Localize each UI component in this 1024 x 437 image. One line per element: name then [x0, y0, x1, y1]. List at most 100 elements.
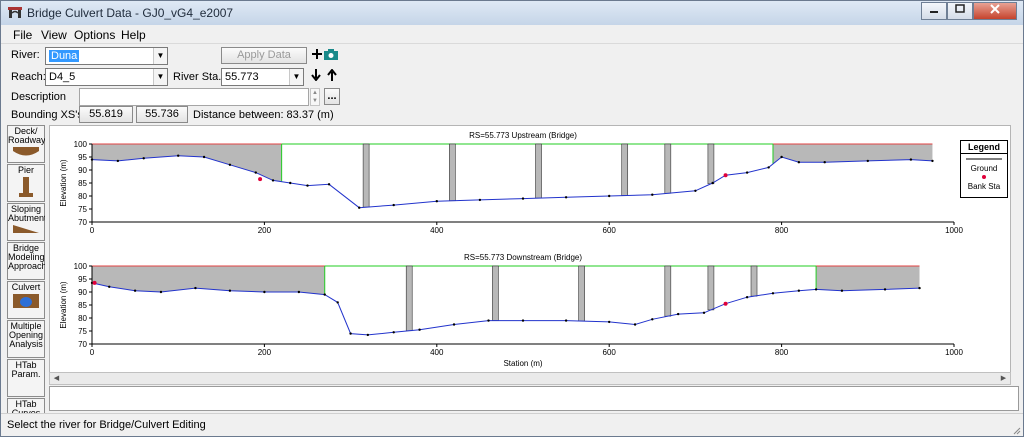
panel1-ground-point-18	[608, 320, 611, 324]
river-sta-select[interactable]: 55.773 ▼	[221, 68, 304, 86]
prev-station-button[interactable]	[324, 68, 340, 85]
maximize-button[interactable]	[947, 2, 973, 20]
htab-param-button[interactable]: HTab Param.	[7, 359, 45, 397]
bridge-modeling-approach-button[interactable]: Bridge Modeling Approach	[7, 242, 45, 280]
panel1-ground-point-3	[159, 290, 163, 294]
panel0-ground-point-14	[478, 198, 482, 202]
panel1-ground-point-10	[349, 332, 352, 335]
panel0-ground-point-16	[564, 196, 568, 199]
panel0-ground-point-29	[931, 159, 934, 163]
window-controls	[921, 2, 1017, 20]
panel1-y-tick-label-4: 90	[78, 288, 87, 297]
resize-grip-icon[interactable]	[1011, 425, 1021, 435]
panel1-y-tick-label-6: 100	[74, 262, 88, 271]
menu-options[interactable]: Options	[74, 28, 115, 42]
pier-icon	[19, 177, 33, 197]
panel0-y-tick-label-6: 100	[74, 140, 88, 149]
apply-data-button[interactable]: Apply Data	[221, 47, 307, 64]
panel1-pier-1	[492, 265, 499, 321]
cross-section-plot: RS=55.773 Upstream (Bridge) 70 75 80 85 90 95 1…	[49, 125, 1011, 379]
menu-file[interactable]: File	[13, 28, 32, 42]
panel1-right-embankment	[816, 266, 920, 291]
multiple-opening-analysis-button[interactable]: Multiple Opening Analysis	[7, 320, 45, 358]
culvert-button[interactable]: Culvert	[7, 281, 45, 319]
panel0-ground-point-6	[254, 171, 257, 174]
culvert-icon	[13, 294, 39, 308]
panel0-x-tick-label-3: 600	[603, 226, 617, 235]
panel0-x-tick-label-5: 1000	[945, 226, 963, 235]
description-field[interactable]	[79, 88, 309, 106]
panel0-bank-sta-0	[258, 177, 263, 182]
camera-button[interactable]	[323, 47, 339, 64]
panel0-y-tick-label-0: 70	[78, 218, 87, 227]
panel1-ground-line	[91, 282, 920, 336]
panel0-y-tick-label-3: 85	[78, 179, 87, 188]
panel1-x-tick-label-4: 800	[775, 348, 789, 357]
close-icon	[990, 4, 1000, 14]
panel0-ground-point-18	[651, 193, 654, 196]
river-select[interactable]: Duna ▼	[45, 47, 168, 65]
notes-panel[interactable]	[49, 386, 1019, 411]
window-title: Bridge Culvert Data - GJ0_vG4_e2007	[27, 6, 234, 20]
minimize-button[interactable]	[921, 2, 947, 20]
scroll-left-icon[interactable]: ◀	[50, 373, 63, 384]
panel0-ground-point-10	[327, 183, 331, 186]
panel1-ground-point-14	[452, 323, 456, 326]
next-station-button[interactable]	[308, 68, 324, 85]
description-ellipsis-button[interactable]: ...	[324, 88, 340, 105]
panel1-ground-point-17	[564, 319, 568, 322]
river-sta-value: 55.773	[225, 71, 259, 83]
bounding-label: Bounding XS's:	[11, 109, 86, 121]
panel0-ground-point-3	[177, 154, 180, 157]
legend-title: Legend	[961, 141, 1007, 154]
panel1-ground-point-20	[651, 318, 654, 321]
panel1-ground-point-9	[336, 301, 339, 304]
panel0-ground-point-5	[228, 163, 232, 166]
panel1-ground-point-12	[392, 331, 395, 334]
panel1-ground-point-28	[840, 289, 844, 292]
panel0-ground-point-28	[909, 158, 913, 161]
description-spinner[interactable]: ▲ ▼	[310, 88, 320, 106]
bridge-culvert-window: Bridge Culvert Data - GJ0_vG4_e2007 File…	[0, 0, 1024, 437]
sloping-abutment-label: Sloping Abutment	[8, 204, 45, 223]
pier-button[interactable]: Pier	[7, 164, 45, 202]
panel0-ground-point-13	[435, 200, 438, 203]
panel0-pier-1	[449, 143, 456, 202]
panel1-ground-point-11	[366, 333, 370, 337]
cross-section-svg: RS=55.773 Upstream (Bridge) 70 75 80 85 90 95 1…	[59, 131, 963, 368]
plus-icon	[312, 49, 322, 59]
culvert-label: Culvert	[11, 282, 41, 292]
scroll-right-icon[interactable]: ▶	[997, 373, 1010, 384]
panel1-x-tick-label-5: 1000	[945, 348, 963, 357]
panel1-ground-point-8	[323, 293, 326, 296]
panel0-ground-point-24	[780, 155, 783, 159]
menu-help[interactable]: Help	[121, 28, 146, 42]
app-icon	[8, 7, 22, 18]
panel0-ground-point-20	[711, 181, 714, 185]
bounding-downstream-button[interactable]: 55.736	[136, 106, 188, 123]
panel0-x-tick-label-0: 0	[90, 226, 95, 235]
menu-view[interactable]: View	[41, 28, 67, 42]
panel1-ground-point-7	[297, 290, 301, 294]
editor-toolbar: Deck/ Roadway Pier Sloping Abutment Brid…	[7, 125, 45, 435]
panel0-ground-point-17	[608, 194, 611, 198]
reach-select[interactable]: D4_5 ▼	[45, 68, 168, 86]
panel1-x-tick-label-2: 400	[430, 348, 444, 357]
close-button[interactable]	[973, 2, 1017, 20]
panel1-ground-point-13	[418, 328, 421, 331]
sloping-abutment-button[interactable]: Sloping Abutment	[7, 203, 45, 241]
panel1-y-tick-label-1: 75	[78, 327, 87, 336]
deck-roadway-button[interactable]: Deck/ Roadway	[7, 125, 45, 163]
status-text: Select the river for Bridge/Culvert Edit…	[7, 419, 206, 431]
panel0-ground-point-2	[142, 157, 145, 160]
panel1-bank-sta-1	[723, 301, 728, 306]
panel0-title: RS=55.773 Upstream (Bridge)	[469, 131, 577, 140]
panel0-ground-point-27	[866, 159, 869, 163]
bounding-upstream-button[interactable]: 55.819	[79, 106, 133, 123]
panel0-y-tick-label-5: 95	[78, 153, 87, 162]
panel0-y-tick-label-2: 80	[78, 192, 87, 201]
panel0-ground-point-19	[694, 189, 697, 192]
panel1-y-tick-label-0: 70	[78, 340, 87, 349]
panel1-x-tick-label-1: 200	[258, 348, 272, 357]
plot-scrollbar[interactable]: ◀ ▶	[49, 372, 1011, 385]
